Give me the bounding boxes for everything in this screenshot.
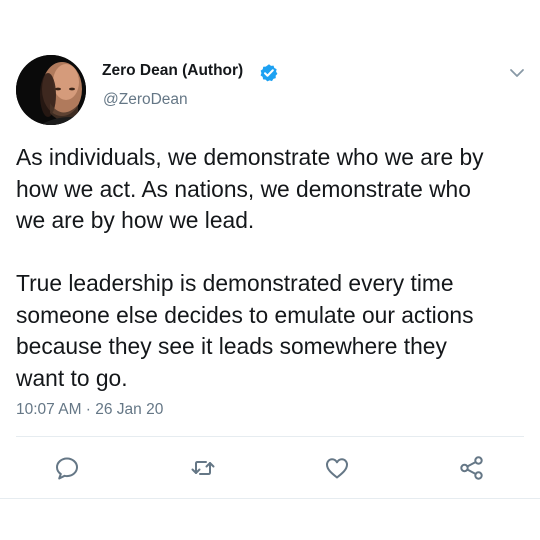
tweet-text-line: True leadership is demonstrated every ti…: [16, 270, 454, 296]
tweet-text-line: because they see it leads somewhere they: [16, 333, 447, 359]
tweet-card: Zero Dean (Author) @ZeroDean As individu…: [0, 0, 540, 540]
chevron-down-icon[interactable]: [508, 66, 526, 80]
retweet-icon[interactable]: [189, 454, 217, 482]
timestamp[interactable]: 10:07 AM · 26 Jan 20: [16, 401, 163, 419]
divider: [16, 436, 524, 437]
author-name[interactable]: Zero Dean (Author): [102, 62, 243, 80]
author-handle[interactable]: @ZeroDean: [103, 91, 188, 109]
tweet-text: As individuals, we demonstrate who we ar…: [16, 142, 528, 394]
reply-icon[interactable]: [53, 454, 81, 482]
tweet-text-line: we are by how we lead.: [16, 207, 255, 233]
avatar[interactable]: [16, 55, 86, 125]
tweet-text-line: someone else decides to emulate our acti…: [16, 301, 474, 328]
tweet-text-line: want to go.: [16, 364, 128, 391]
tweet-text-line: how we act. As nations, we demonstrate w…: [16, 175, 471, 202]
tweet-text-line: As individuals, we demonstrate who we ar…: [16, 144, 484, 170]
verified-badge-icon: [259, 63, 279, 83]
like-icon[interactable]: [323, 454, 351, 482]
share-icon[interactable]: [458, 454, 486, 482]
bottom-border: [0, 498, 540, 499]
